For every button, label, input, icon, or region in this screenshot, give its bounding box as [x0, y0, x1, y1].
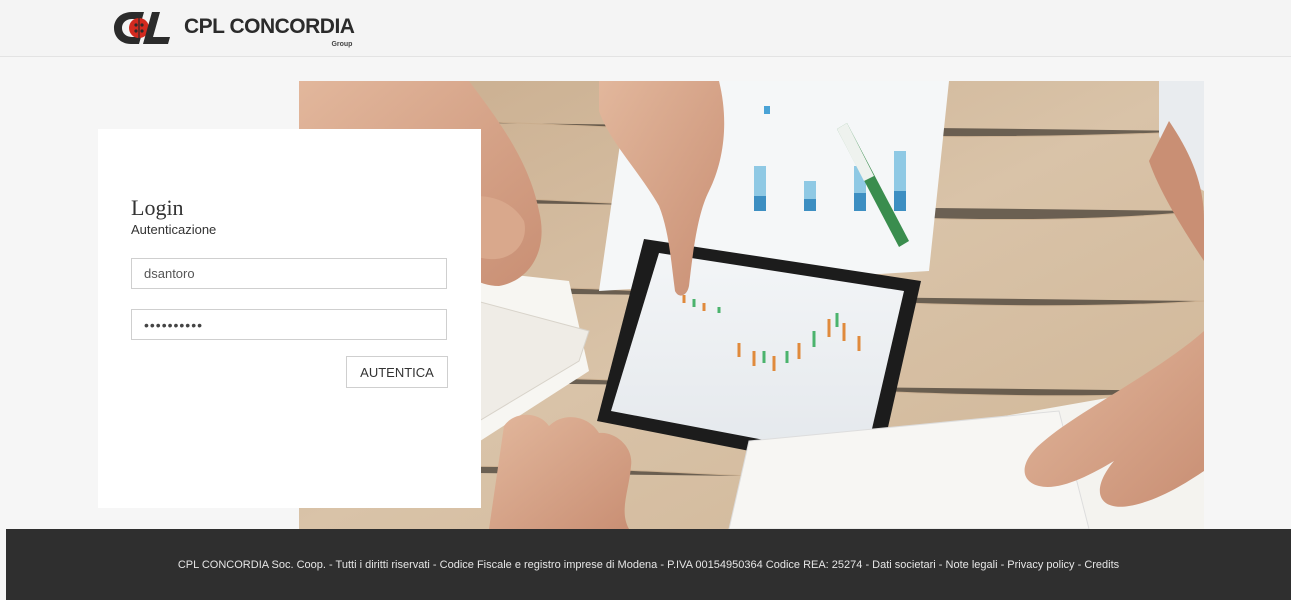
footer-separator: -	[429, 559, 440, 571]
logo-mark-icon	[114, 12, 170, 44]
logo-name: CPL CONCORDIA	[184, 15, 355, 38]
footer-company: CPL CONCORDIA Soc. Coop.	[177, 559, 326, 571]
logo-wordmark: CPL CONCORDIA Group	[184, 15, 355, 48]
site-footer: CPL CONCORDIA Soc. Coop. - Tutti i dirit…	[6, 529, 1291, 600]
site-header: CPL CONCORDIA Group	[0, 0, 1291, 57]
login-title: Login	[131, 195, 184, 220]
footer-separator: -	[1074, 559, 1085, 571]
login-card: Login Autenticazione AUTENTICA	[98, 129, 481, 508]
logo-group: Group	[331, 41, 353, 48]
footer-vat: P.IVA 00154950364 Codice REA: 25274	[667, 559, 863, 571]
footer-link-privacy-policy[interactable]: Privacy policy	[1007, 559, 1074, 571]
login-subtitle: Autenticazione	[131, 222, 217, 237]
footer-separator: -	[325, 559, 336, 571]
footer-registry: Codice Fiscale e registro imprese di Mod…	[439, 559, 658, 571]
footer-link-credits[interactable]: Credits	[1084, 559, 1119, 571]
password-input[interactable]	[131, 309, 447, 340]
footer-rights: Tutti i diritti riservati	[335, 559, 430, 571]
footer-separator: -	[862, 559, 873, 571]
footer-link-note-legali[interactable]: Note legali	[946, 559, 998, 571]
username-input[interactable]	[131, 258, 447, 289]
footer-separator: -	[997, 559, 1008, 571]
footer-link-dati-societari[interactable]: Dati societari	[872, 559, 936, 571]
footer-separator: -	[935, 559, 946, 571]
authenticate-button[interactable]: AUTENTICA	[346, 356, 448, 388]
footer-separator: -	[657, 559, 668, 571]
footer-text: CPL CONCORDIA Soc. Coop. - Tutti i dirit…	[6, 559, 1291, 571]
company-logo[interactable]: CPL CONCORDIA Group	[112, 6, 355, 50]
